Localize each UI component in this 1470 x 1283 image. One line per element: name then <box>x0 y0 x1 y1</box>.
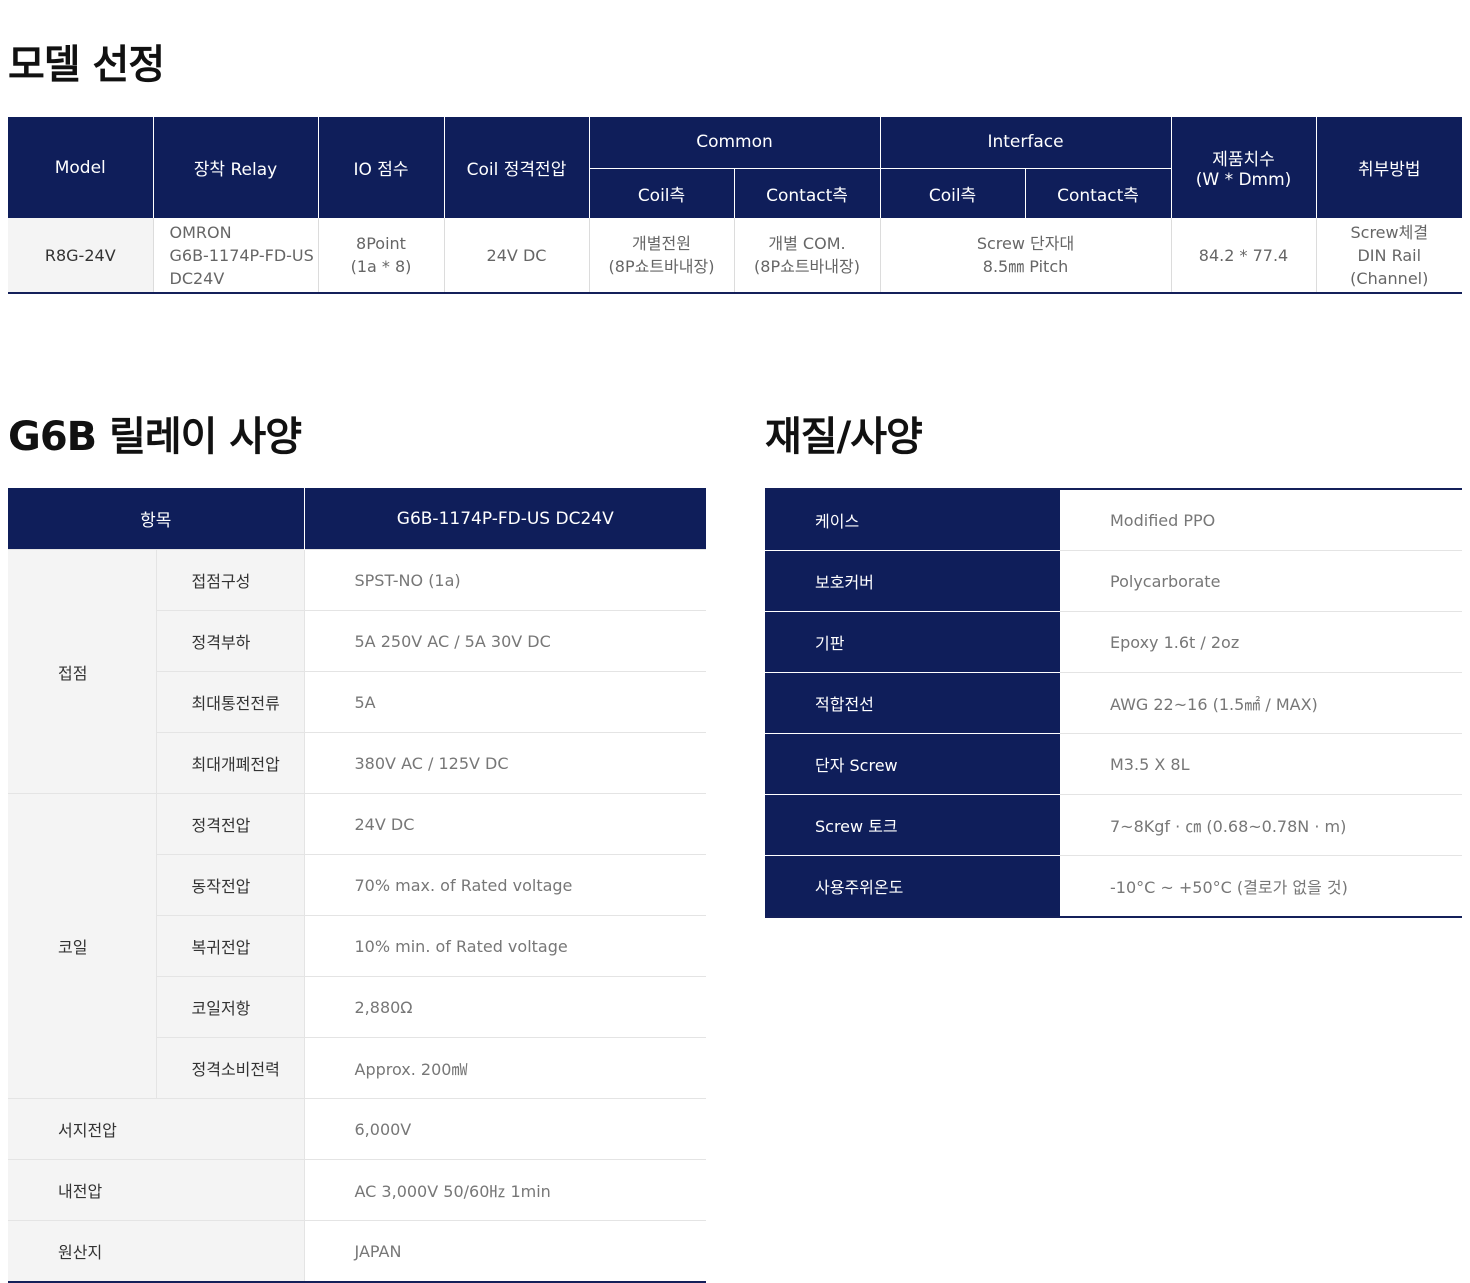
model-section-title: 모델 선정 <box>8 42 165 88</box>
material-value: Epoxy 1.6t / 2oz <box>1060 611 1462 673</box>
header-mounting: 취부방법 <box>1315 117 1463 218</box>
spec-value: Approx. 200㎽ <box>303 1037 706 1099</box>
cell-mounting-line3: (Channel) <box>1350 268 1429 288</box>
header-relay: 장착 Relay <box>152 117 318 218</box>
material-value: Polycarborate <box>1060 550 1462 612</box>
material-label: 기판 <box>765 611 1060 673</box>
cell-common-contact: 개별 COM. (8P쇼트바내장) <box>733 218 881 293</box>
header-model: Model <box>8 117 153 218</box>
header-interface-contact: Contact측 <box>1024 167 1172 218</box>
spec-name: 서지전압 <box>8 1098 304 1160</box>
header-common: Common <box>588 117 881 168</box>
spec-value: JAPAN <box>303 1220 706 1282</box>
material-value: M3.5 X 8L <box>1060 733 1462 795</box>
cell-model: R8G-24V <box>8 218 153 293</box>
header-io: IO 점수 <box>317 117 444 218</box>
spec-value: 2,880Ω <box>303 976 706 1038</box>
spec-name: 최대개폐전압 <box>155 732 304 794</box>
header-dimensions: 제품치수 (W * Dmm) <box>1170 117 1317 218</box>
material-value: -10°C ~ +50°C (결로가 없을 것) <box>1060 855 1462 917</box>
spec-value: 24V DC <box>303 793 706 855</box>
cell-mounting: Screw체결 DIN Rail (Channel) <box>1315 218 1463 293</box>
cell-io-line2: (1a * 8) <box>350 257 412 276</box>
material-label: 사용주위온도 <box>765 855 1060 917</box>
spec-value: SPST-NO (1a) <box>303 549 706 611</box>
spec-name: 최대통전전류 <box>155 671 304 733</box>
table-row: 접점 접점구성 SPST-NO (1a) <box>8 549 706 794</box>
table-row: 원산지 JAPAN <box>8 1220 706 1282</box>
material-label: Screw 토크 <box>765 794 1060 856</box>
material-spec-table: 케이스 Modified PPO 보호커버 Polycarborate 기판 E… <box>765 488 1462 918</box>
cell-io: 8Point (1a * 8) <box>317 218 444 293</box>
relay-spec-table: 항목 G6B-1174P-FD-US DC24V 접점 접점구성 SPST-NO… <box>8 488 706 1283</box>
table-row: 단자 Screw M3.5 X 8L <box>765 733 1462 795</box>
cell-relay-line2: G6B-1174P-FD-US <box>169 245 314 265</box>
material-label: 적합전선 <box>765 672 1060 734</box>
spec-name: 정격소비전력 <box>155 1037 304 1099</box>
material-value: Modified PPO <box>1060 489 1462 551</box>
header-item: 항목 <box>8 488 304 550</box>
cell-relay: OMRON G6B-1174P-FD-US DC24V <box>152 218 318 293</box>
cell-io-line1: 8Point <box>356 234 406 253</box>
spec-value: 5A 250V AC / 5A 30V DC <box>303 610 706 672</box>
header-interface-coil: Coil측 <box>879 167 1026 218</box>
cell-common-coil-line2: (8P쇼트바내장) <box>608 257 715 276</box>
cell-common-contact-line2: (8P쇼트바내장) <box>754 257 860 276</box>
cell-interface: Screw 단자대 8.5㎜ Pitch <box>879 218 1172 293</box>
group-label-coil: 코일 <box>8 793 156 1099</box>
table-row: 서지전압 6,000V <box>8 1098 706 1160</box>
spec-value: AC 3,000V 50/60㎐ 1min <box>303 1159 706 1221</box>
spec-value: 70% max. of Rated voltage <box>303 854 706 916</box>
spec-name: 동작전압 <box>155 854 304 916</box>
group-label-contact: 접점 <box>8 549 156 794</box>
table-row: 케이스 Modified PPO <box>765 489 1462 551</box>
spec-name: 정격부하 <box>155 610 304 672</box>
cell-common-contact-line1: 개별 COM. <box>768 234 846 253</box>
header-dimensions-line1: 제품치수 <box>1212 150 1275 170</box>
material-label: 단자 Screw <box>765 733 1060 795</box>
table-row: 내전압 AC 3,000V 50/60㎐ 1min <box>8 1159 706 1221</box>
model-table: Model 장착 Relay IO 점수 Coil 정격전압 Common In… <box>8 117 1463 294</box>
spec-value: 10% min. of Rated voltage <box>303 915 706 977</box>
header-interface: Interface <box>879 117 1172 168</box>
material-label: 보호커버 <box>765 550 1060 612</box>
spec-name: 접점구성 <box>155 549 304 611</box>
spec-name: 내전압 <box>8 1159 304 1221</box>
cell-relay-line1: OMRON <box>169 222 232 242</box>
cell-interface-line2: 8.5㎜ Pitch <box>982 257 1069 276</box>
cell-mounting-line1: Screw체결 <box>1350 222 1429 242</box>
header-dimensions-line2: (W * Dmm) <box>1195 170 1292 190</box>
table-row: 기판 Epoxy 1.6t / 2oz <box>765 611 1462 673</box>
cell-common-coil-line1: 개별전원 <box>632 234 691 253</box>
table-row: 사용주위온도 -10°C ~ +50°C (결로가 없을 것) <box>765 855 1462 917</box>
spec-value: 5A <box>303 671 706 733</box>
table-row: R8G-24V OMRON G6B-1174P-FD-US DC24V 8Poi… <box>8 218 1463 293</box>
spec-name: 정격전압 <box>155 793 304 855</box>
table-row: 적합전선 AWG 22~16 (1.5㎟ / MAX) <box>765 672 1462 734</box>
spec-name: 원산지 <box>8 1220 304 1282</box>
material-label: 케이스 <box>765 489 1060 551</box>
cell-relay-line3: DC24V <box>169 268 225 288</box>
table-row: 코일 정격전압 24V DC <box>8 793 706 1099</box>
header-common-contact: Contact측 <box>733 167 881 218</box>
material-value: AWG 22~16 (1.5㎟ / MAX) <box>1060 672 1462 734</box>
table-row: 보호커버 Polycarborate <box>765 550 1462 612</box>
cell-dimensions: 84.2 * 77.4 <box>1170 218 1317 293</box>
cell-common-coil: 개별전원 (8P쇼트바내장) <box>588 218 734 293</box>
material-section-title: 재질/사양 <box>765 414 923 460</box>
spec-value: 380V AC / 125V DC <box>303 732 706 794</box>
table-row: Screw 토크 7~8Kgf · ㎝ (0.68~0.78N · m) <box>765 794 1462 856</box>
relay-section-title: G6B 릴레이 사양 <box>8 414 302 460</box>
cell-mounting-line2: DIN Rail <box>1357 245 1422 265</box>
cell-coil-voltage: 24V DC <box>443 218 589 293</box>
header-relay-model: G6B-1174P-FD-US DC24V <box>303 488 706 550</box>
spec-name: 복귀전압 <box>155 915 304 977</box>
header-common-coil: Coil측 <box>588 167 734 218</box>
spec-name: 코일저항 <box>155 976 304 1038</box>
header-coil-voltage: Coil 정격전압 <box>443 117 589 218</box>
material-value: 7~8Kgf · ㎝ (0.68~0.78N · m) <box>1060 794 1462 856</box>
cell-interface-line1: Screw 단자대 <box>976 234 1075 253</box>
spec-value: 6,000V <box>303 1098 706 1160</box>
